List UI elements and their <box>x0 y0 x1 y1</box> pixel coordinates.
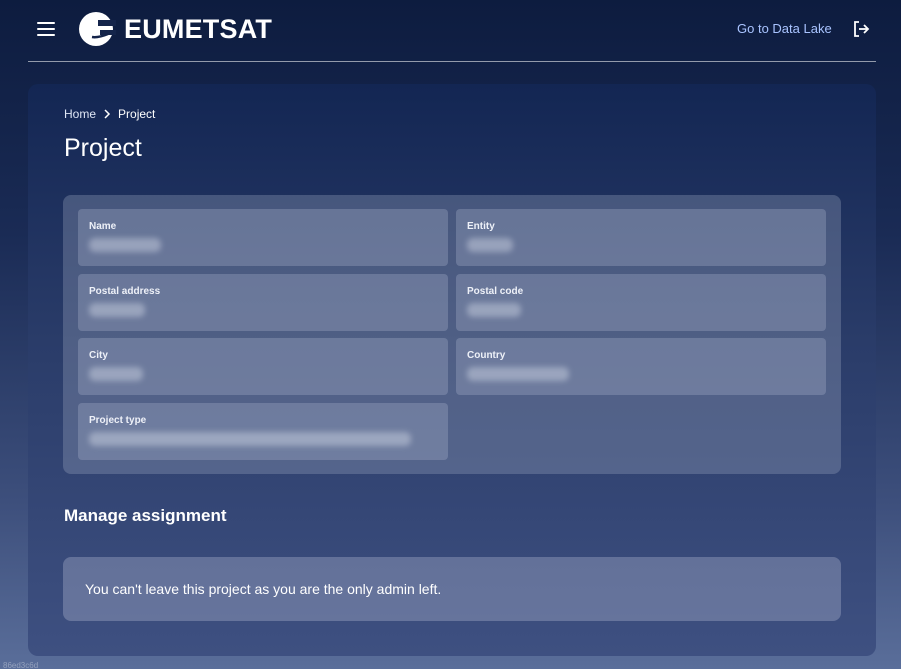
top-bar: EUMETSAT Go to Data Lake <box>28 0 876 62</box>
breadcrumb-home-link[interactable]: Home <box>64 107 96 121</box>
main-card: Home Project Project Name Entity Postal … <box>28 84 876 656</box>
postal-address-field: Postal address <box>78 274 448 331</box>
entity-value-redacted <box>467 238 513 252</box>
country-value-redacted <box>467 367 569 381</box>
eumetsat-logo-mark <box>79 12 116 46</box>
postal-code-label: Postal code <box>467 286 524 297</box>
city-field: City <box>78 338 448 395</box>
admin-notice: You can't leave this project as you are … <box>63 557 841 621</box>
breadcrumb: Home Project <box>64 107 155 121</box>
name-value-redacted <box>89 238 161 252</box>
postal-code-value-redacted <box>467 303 521 317</box>
project-type-label: Project type <box>89 415 147 426</box>
admin-notice-text: You can't leave this project as you are … <box>85 581 442 597</box>
project-type-field: Project type <box>78 403 448 460</box>
city-label: City <box>89 350 108 361</box>
go-to-data-lake-link[interactable]: Go to Data Lake <box>737 21 832 36</box>
entity-field: Entity <box>456 209 826 266</box>
brand-name: EUMETSAT <box>124 13 273 44</box>
country-label: Country <box>467 350 506 361</box>
chevron-right-icon <box>104 109 111 119</box>
country-field: Country <box>456 338 826 395</box>
project-type-value-redacted <box>89 432 411 446</box>
hamburger-menu-icon[interactable] <box>36 19 56 39</box>
name-field: Name <box>78 209 448 266</box>
name-label: Name <box>89 221 117 232</box>
build-id: 86ed3c6d <box>3 661 39 669</box>
page-title: Project <box>64 134 142 162</box>
logout-icon[interactable] <box>852 20 870 38</box>
project-details-panel: Name Entity Postal address Postal code C… <box>63 195 841 474</box>
postal-address-label: Postal address <box>89 286 161 297</box>
breadcrumb-current: Project <box>118 107 156 121</box>
eumetsat-logo[interactable]: EUMETSAT <box>78 11 272 47</box>
entity-label: Entity <box>467 221 495 232</box>
manage-assignment-title: Manage assignment <box>64 506 227 525</box>
postal-address-value-redacted <box>89 303 145 317</box>
postal-code-field: Postal code <box>456 274 826 331</box>
city-value-redacted <box>89 367 143 381</box>
